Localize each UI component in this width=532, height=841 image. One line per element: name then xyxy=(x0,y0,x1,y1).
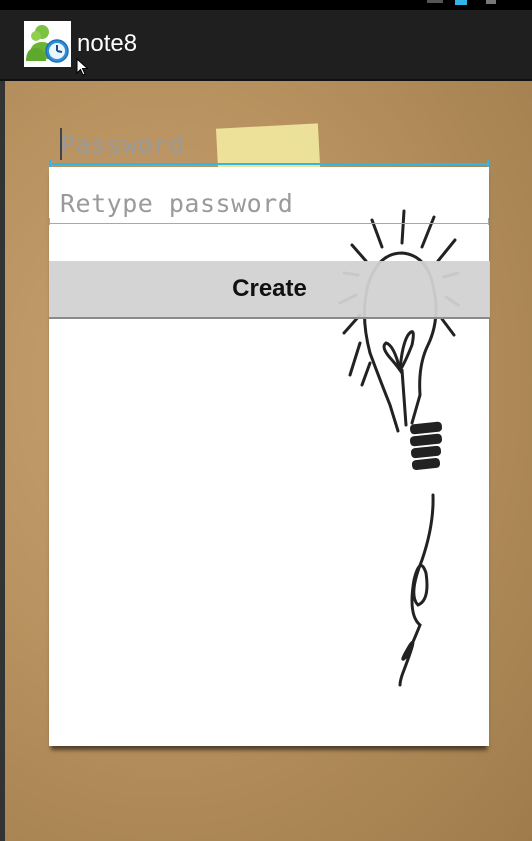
password-input[interactable]: Password xyxy=(49,125,489,165)
paper-sheet xyxy=(49,167,489,746)
status-icon xyxy=(486,0,496,4)
status-bar xyxy=(0,0,532,10)
app-icon[interactable] xyxy=(24,21,71,67)
app-title: note8 xyxy=(77,30,138,57)
mouse-cursor-icon xyxy=(76,57,90,76)
retype-password-input[interactable]: Retype password xyxy=(49,184,489,224)
status-icon xyxy=(455,0,467,5)
create-button[interactable]: Create xyxy=(49,261,490,319)
status-icon xyxy=(427,0,443,3)
